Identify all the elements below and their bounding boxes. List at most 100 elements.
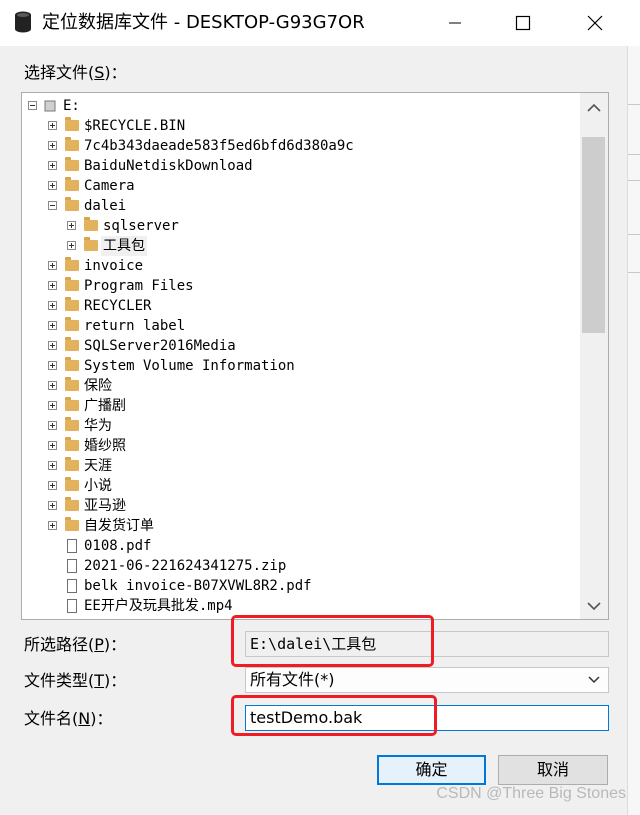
- cancel-button[interactable]: 取消: [498, 755, 608, 785]
- folder-icon: [65, 157, 79, 171]
- file-name-label-end: )：: [90, 709, 113, 728]
- tree-row[interactable]: BaiduNetdiskDownload: [22, 156, 582, 176]
- folder-icon: [65, 257, 79, 271]
- folder-icon: [65, 437, 79, 451]
- select-file-label: 选择文件(S)：: [24, 63, 127, 83]
- tree-item-label: Camera: [84, 178, 135, 194]
- expand-icon[interactable]: [48, 141, 57, 150]
- file-type-select[interactable]: 所有文件(*): [245, 667, 609, 693]
- tree-row[interactable]: return label: [22, 316, 582, 336]
- expand-icon[interactable]: [48, 281, 57, 290]
- tree-row[interactable]: $RECYCLE.BIN: [22, 116, 582, 136]
- tree-item-label: return label: [84, 318, 186, 334]
- folder-icon: [65, 277, 79, 291]
- tree-item-label: 0108.pdf: [84, 538, 152, 554]
- tree-row-root[interactable]: E:: [22, 96, 582, 116]
- tree-root-label: E:: [63, 98, 80, 114]
- tree-item-label: 工具包: [101, 236, 147, 256]
- file-tree[interactable]: E: $RECYCLE.BIN 7c4b343daeade583f5ed6bfd…: [21, 92, 609, 620]
- tree-row[interactable]: 广播剧: [22, 396, 582, 416]
- scroll-up-icon[interactable]: [587, 103, 601, 113]
- collapse-icon[interactable]: [48, 201, 57, 210]
- tree-item-label: dalei: [84, 198, 127, 214]
- ok-button[interactable]: 确定: [377, 755, 486, 785]
- tree-item-label: 2021-06-221624341275.zip: [84, 558, 287, 574]
- expand-icon[interactable]: [48, 161, 57, 170]
- expand-icon[interactable]: [48, 321, 57, 330]
- tree-row[interactable]: 2021-06-221624341275.zip: [22, 556, 582, 576]
- file-name-label-text: 文件名(: [24, 709, 79, 728]
- folder-icon: [65, 317, 79, 331]
- tree-row[interactable]: 自发货订单: [22, 516, 582, 536]
- tree-item-label: belk invoice-B07XVWL8R2.pdf: [84, 578, 312, 594]
- folder-icon: [65, 337, 79, 351]
- expand-icon[interactable]: [48, 181, 57, 190]
- tree-row[interactable]: 7c4b343daeade583f5ed6bfd6d380a9c: [22, 136, 582, 156]
- expand-icon[interactable]: [48, 481, 57, 490]
- tree-row[interactable]: EE开户及玩具批发.mp4: [22, 596, 582, 616]
- tree-item-label: 自发货订单: [84, 518, 154, 534]
- maximize-icon: [515, 15, 531, 31]
- tree-item-label: 华为: [84, 418, 112, 434]
- expand-icon[interactable]: [48, 121, 57, 130]
- expand-icon[interactable]: [67, 221, 76, 230]
- tree-row[interactable]: invoice: [22, 256, 582, 276]
- tree-row[interactable]: System Volume Information: [22, 356, 582, 376]
- selected-path-label-key: P: [94, 635, 104, 654]
- tree-item-label: 天涯: [84, 458, 112, 474]
- highlight-box-path: [231, 615, 434, 667]
- drive-icon: [44, 100, 56, 112]
- tree-row[interactable]: Program Files: [22, 276, 582, 296]
- tree-row[interactable]: sqlserver: [22, 216, 582, 236]
- chevron-down-icon: [588, 676, 600, 684]
- expand-icon[interactable]: [48, 501, 57, 510]
- scroll-down-icon[interactable]: [587, 601, 601, 611]
- tree-item-label: RECYCLER: [84, 298, 152, 314]
- file-icon: [67, 559, 77, 573]
- tree-row[interactable]: SQLServer2016Media: [22, 336, 582, 356]
- minimize-button[interactable]: [432, 0, 478, 46]
- scrollbar-thumb[interactable]: [582, 137, 605, 333]
- expand-icon[interactable]: [48, 261, 57, 270]
- selected-path-label: 所选路径(P)：: [24, 635, 126, 655]
- minimize-icon: [449, 22, 461, 24]
- expand-icon[interactable]: [48, 521, 57, 530]
- folder-icon: [65, 417, 79, 431]
- expand-icon[interactable]: [48, 401, 57, 410]
- tree-item-label: 7c4b343daeade583f5ed6bfd6d380a9c: [84, 138, 354, 154]
- tree-row[interactable]: 保险: [22, 376, 582, 396]
- file-type-label: 文件类型(T)：: [24, 671, 126, 691]
- tree-row[interactable]: dalei: [22, 196, 582, 216]
- tree-row[interactable]: RECYCLER: [22, 296, 582, 316]
- maximize-button[interactable]: [500, 0, 546, 46]
- folder-icon: [65, 177, 79, 191]
- expand-icon[interactable]: [48, 441, 57, 450]
- tree-item-label: 亚马逊: [84, 498, 126, 514]
- tree-row[interactable]: Camera: [22, 176, 582, 196]
- tree-row[interactable]: 亚马逊: [22, 496, 582, 516]
- file-name-label-key: N: [78, 709, 91, 728]
- selected-path-label-text: 所选路径(: [24, 635, 95, 654]
- tree-row[interactable]: 天涯: [22, 456, 582, 476]
- expand-icon[interactable]: [67, 241, 76, 250]
- tree-row[interactable]: 0108.pdf: [22, 536, 582, 556]
- tree-item-label: SQLServer2016Media: [84, 338, 236, 354]
- tree-row[interactable]: 小说: [22, 476, 582, 496]
- close-button[interactable]: [572, 0, 618, 46]
- tree-row[interactable]: belk invoice-B07XVWL8R2.pdf: [22, 576, 582, 596]
- tree-row[interactable]: 婚纱照: [22, 436, 582, 456]
- expand-icon[interactable]: [48, 361, 57, 370]
- expand-icon[interactable]: [48, 421, 57, 430]
- tree-scrollbar[interactable]: [580, 93, 608, 619]
- file-type-label-text: 文件类型(: [24, 671, 95, 690]
- expand-icon[interactable]: [48, 381, 57, 390]
- window-title: 定位数据库文件 - DESKTOP-G93G7OR: [42, 12, 365, 33]
- expand-icon[interactable]: [48, 301, 57, 310]
- expand-icon[interactable]: [48, 341, 57, 350]
- tree-row-selected[interactable]: 工具包: [22, 236, 582, 256]
- expand-icon[interactable]: [48, 461, 57, 470]
- folder-icon: [65, 517, 79, 531]
- tree-row[interactable]: 华为: [22, 416, 582, 436]
- folder-icon: [65, 377, 79, 391]
- collapse-icon[interactable]: [28, 101, 37, 110]
